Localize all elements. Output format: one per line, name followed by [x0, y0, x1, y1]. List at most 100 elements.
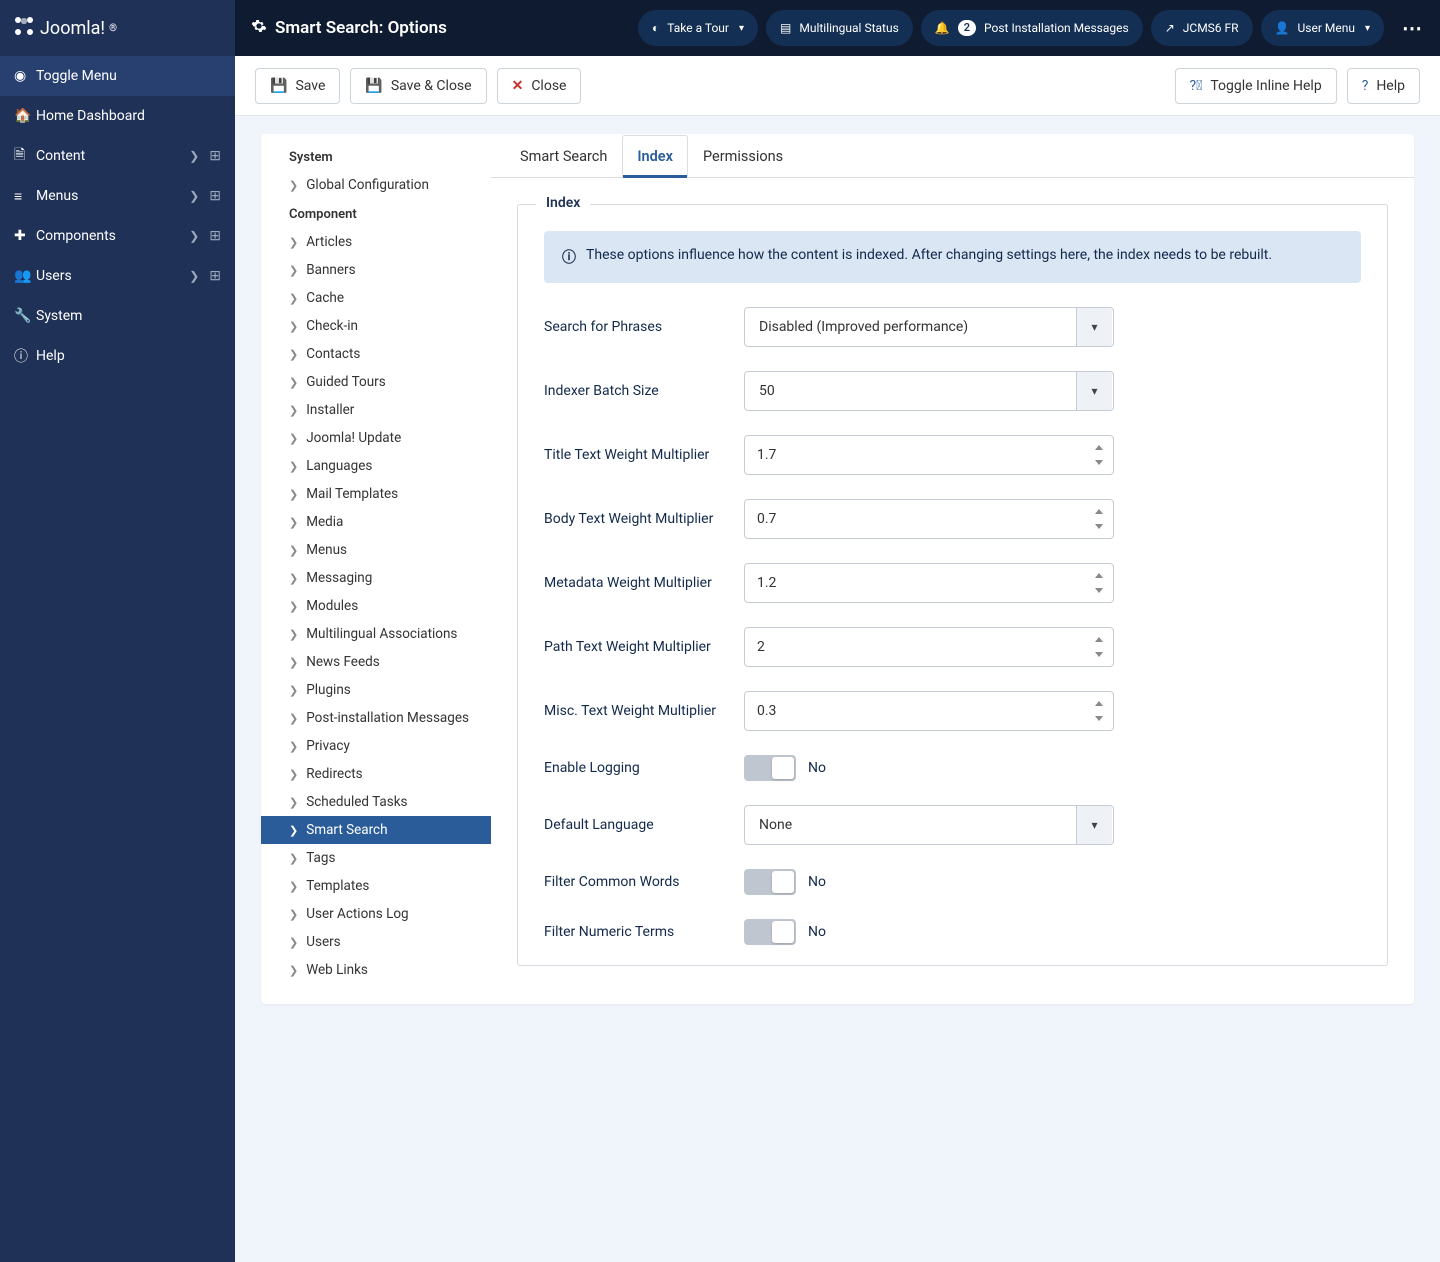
chevron-right-icon: ❯	[289, 571, 298, 587]
tree-item-web-links[interactable]: ❯Web Links	[261, 956, 491, 984]
info-icon: ⓘ	[14, 346, 36, 366]
tree-item-menus[interactable]: ❯Menus	[261, 536, 491, 564]
spinner-icon[interactable]	[1093, 573, 1107, 593]
save-close-button[interactable]: 💾 Save & Close	[350, 68, 486, 104]
field-label: Metadata Weight Multiplier	[544, 575, 744, 591]
tree-item-redirects[interactable]: ❯Redirects	[261, 760, 491, 788]
logging-switch[interactable]	[744, 755, 796, 781]
tree-item-languages[interactable]: ❯Languages	[261, 452, 491, 480]
tab-index[interactable]: Index	[622, 135, 688, 178]
tree-item-scheduled-tasks[interactable]: ❯Scheduled Tasks	[261, 788, 491, 816]
close-icon: ✕	[512, 78, 524, 94]
sidebar: ◉ Toggle Menu 🏠Home Dashboard🗎Content❯⊞≡…	[0, 56, 235, 1262]
postinstall-badge: 2	[958, 20, 976, 36]
field-label: Default Language	[544, 817, 744, 833]
chevron-right-icon: ❯	[289, 879, 298, 895]
topbar: Joomla! ® Smart Search: Options ◐ Take a…	[0, 0, 1440, 56]
spinner-icon[interactable]	[1093, 637, 1107, 657]
tree-item-messaging[interactable]: ❯Messaging	[261, 564, 491, 592]
chevron-right-icon: ❯	[189, 229, 199, 243]
bell-icon: 🔔	[935, 21, 950, 35]
lang-icon: ▤	[780, 21, 791, 35]
close-button[interactable]: ✕ Close	[497, 68, 582, 104]
batch-size-select[interactable]: 50▾	[744, 371, 1114, 411]
field-row-title-weight: Title Text Weight Multiplier1.7	[544, 435, 1361, 475]
body-weight-input[interactable]: 0.7	[744, 499, 1114, 539]
take-tour-pill[interactable]: ◐ Take a Tour ▾	[638, 10, 758, 46]
tree-item-installer[interactable]: ❯Installer	[261, 396, 491, 424]
field-row-meta-weight: Metadata Weight Multiplier1.2	[544, 563, 1361, 603]
inline-help-button[interactable]: ?⃝ Toggle Inline Help	[1175, 68, 1337, 104]
filter-common-switch[interactable]	[744, 869, 796, 895]
tree-item-news-feeds[interactable]: ❯News Feeds	[261, 648, 491, 676]
dashboard-icon[interactable]: ⊞	[205, 186, 225, 206]
meta-weight-input[interactable]: 1.2	[744, 563, 1114, 603]
tree-item-tags[interactable]: ❯Tags	[261, 844, 491, 872]
tab-smart-search[interactable]: Smart Search	[505, 135, 622, 177]
spinner-icon[interactable]	[1093, 701, 1107, 721]
tree-item-multilingual-associations[interactable]: ❯Multilingual Associations	[261, 620, 491, 648]
dashboard-icon[interactable]: ⊞	[205, 266, 225, 286]
tree-item-user-actions-log[interactable]: ❯User Actions Log	[261, 900, 491, 928]
chevron-right-icon: ❯	[289, 823, 298, 839]
sidebar-item-menus[interactable]: ≡Menus❯⊞	[0, 176, 235, 216]
sidebar-item-content[interactable]: 🗎Content❯⊞	[0, 136, 235, 176]
tree-item-banners[interactable]: ❯Banners	[261, 256, 491, 284]
spinner-icon[interactable]	[1093, 509, 1107, 529]
path-weight-input[interactable]: 2	[744, 627, 1114, 667]
misc-weight-input[interactable]: 0.3	[744, 691, 1114, 731]
tree-item-privacy[interactable]: ❯Privacy	[261, 732, 491, 760]
tree-item-media[interactable]: ❯Media	[261, 508, 491, 536]
chevron-right-icon: ❯	[289, 739, 298, 755]
sidebar-item-users[interactable]: 👥Users❯⊞	[0, 256, 235, 296]
tree-item-contacts[interactable]: ❯Contacts	[261, 340, 491, 368]
search-phrases-select[interactable]: Disabled (Improved performance)▾	[744, 307, 1114, 347]
multilingual-pill[interactable]: ▤ Multilingual Status	[766, 10, 913, 46]
chevron-down-icon: ▾	[739, 23, 744, 34]
dashboard-icon[interactable]: ⊞	[205, 226, 225, 246]
spinner-icon[interactable]	[1093, 445, 1107, 465]
field-label: Path Text Weight Multiplier	[544, 639, 744, 655]
brand-logo[interactable]: Joomla! ®	[12, 14, 117, 42]
chevron-right-icon: ❯	[289, 263, 298, 279]
tree-item-templates[interactable]: ❯Templates	[261, 872, 491, 900]
tree-item-articles[interactable]: ❯Articles	[261, 228, 491, 256]
sidebar-item-system[interactable]: 🔧System	[0, 296, 235, 336]
default-lang-select[interactable]: None▾	[744, 805, 1114, 845]
chevron-right-icon: ❯	[289, 459, 298, 475]
tree-item-post-installation-messages[interactable]: ❯Post-installation Messages	[261, 704, 491, 732]
chevron-right-icon: ❯	[289, 431, 298, 447]
tree-item-cache[interactable]: ❯Cache	[261, 284, 491, 312]
toggle-menu[interactable]: ◉ Toggle Menu	[0, 56, 235, 96]
tree-item-plugins[interactable]: ❯Plugins	[261, 676, 491, 704]
field-row-body-weight: Body Text Weight Multiplier0.7	[544, 499, 1361, 539]
fieldset-legend: Index	[536, 195, 590, 211]
sidebar-item-components[interactable]: ✚Components❯⊞	[0, 216, 235, 256]
field-row-default-lang: Default LanguageNone▾	[544, 805, 1361, 845]
tree-item-joomla-update[interactable]: ❯Joomla! Update	[261, 424, 491, 452]
more-button[interactable]: ⋯	[1392, 16, 1432, 40]
sidebar-item-home-dashboard[interactable]: 🏠Home Dashboard	[0, 96, 235, 136]
title-weight-input[interactable]: 1.7	[744, 435, 1114, 475]
field-row-logging: Enable LoggingNo	[544, 755, 1361, 781]
lang-pill[interactable]: ↗ JCMS6 FR	[1151, 10, 1253, 46]
chevron-right-icon: ❯	[289, 655, 298, 671]
chevron-right-icon: ❯	[289, 599, 298, 615]
sidebar-item-help[interactable]: ⓘHelp	[0, 336, 235, 376]
dashboard-icon[interactable]: ⊞	[205, 146, 225, 166]
tree-item-smart-search[interactable]: ❯Smart Search	[261, 816, 491, 844]
tab-permissions[interactable]: Permissions	[688, 135, 798, 177]
tree-item-guided-tours[interactable]: ❯Guided Tours	[261, 368, 491, 396]
save-icon: 💾	[365, 78, 382, 94]
save-button[interactable]: 💾 Save	[255, 68, 340, 104]
registered-icon: ®	[109, 23, 117, 34]
tree-item-check-in[interactable]: ❯Check-in	[261, 312, 491, 340]
help-button[interactable]: ? Help	[1347, 68, 1420, 104]
user-menu-pill[interactable]: 👤 User Menu ▾	[1261, 10, 1384, 46]
tree-item-mail-templates[interactable]: ❯Mail Templates	[261, 480, 491, 508]
filter-numeric-switch[interactable]	[744, 919, 796, 945]
tree-item-modules[interactable]: ❯Modules	[261, 592, 491, 620]
postinstall-pill[interactable]: 🔔 2 Post Installation Messages	[921, 10, 1143, 46]
tree-item-users[interactable]: ❯Users	[261, 928, 491, 956]
tree-item-global-configuration[interactable]: ❯Global Configuration	[261, 171, 491, 199]
